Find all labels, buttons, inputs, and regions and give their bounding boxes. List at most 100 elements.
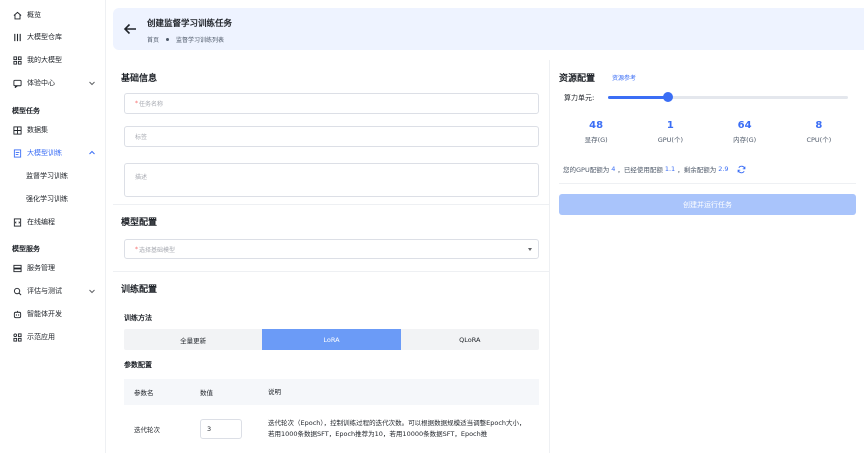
compute-unit-slider[interactable] [608,92,848,102]
divider [113,271,550,272]
sidebar-item-label: 智能体开发 [27,310,62,318]
sidebar-item-label: 监督学习训练 [26,172,68,180]
sidebar-item-supervised[interactable]: 监督学习训练 [0,167,106,185]
table-header: 参数名 数值 说明 [124,379,539,405]
resource-panel: 资源配置 资源参考 算力单元: 48 显存(G) 1 GPU(个) 64 内存(G) … [551,60,864,453]
breadcrumb-current[interactable]: 监督学习训练列表 [176,35,224,44]
quota-text: 您的GPU配额为 [563,166,610,174]
slider-fill [608,96,668,99]
stat-label: CPU(个) [806,136,832,144]
chevron-down-icon [89,81,95,86]
create-and-run-button[interactable]: 创建并运行任务 [559,194,856,215]
resource-stats: 48 显存(G) 1 GPU(个) 64 内存(G) 8 CPU(个) [559,120,856,144]
sidebar: 概览 大模型仓库 我的大模型 体验中心 模型任务 数据集 大模型训练 监督学习训… [0,0,106,453]
repository-icon [12,32,22,42]
sidebar-item-label: 评估与测试 [27,287,62,295]
evaluate-icon [12,286,22,296]
training-config-title: 训练配置 [121,285,158,295]
gpu-quota-info: 您的GPU配额为 4 ，已经使用配额 1.1 ，剩余配额为 2.9 [563,164,746,174]
sidebar-item-my-models[interactable]: 我的大模型 [0,51,106,69]
grid-icon [12,55,22,65]
divider [559,183,856,184]
doc-icon [12,148,22,158]
sidebar-item-model-repo[interactable]: 大模型仓库 [0,28,106,46]
quota-left: 2.9 [718,165,729,173]
dataset-icon [12,125,22,135]
base-model-placeholder: 选择基础模型 [139,246,176,254]
training-method-selector: 全量更新 LoRA QLoRA [124,329,539,350]
basic-info-title: 基础信息 [121,74,158,84]
quota-total: 4 [611,165,616,173]
breadcrumb: 首页 监督学习训练列表 [147,35,224,44]
stat-memory: 64 内存(G) [708,120,782,144]
quota-text: ，已经使用配额 [617,166,663,174]
page-header: 创建监督学习训练任务 首页 监督学习训练列表 [113,8,864,50]
training-method-label: 训练方法 [124,314,152,322]
description-placeholder: 描述 [135,174,148,181]
column-header-desc: 说明 [268,387,281,396]
sidebar-item-label: 示范应用 [27,333,55,341]
stat-value: 64 [737,120,752,131]
sidebar-item-label: 数据集 [27,126,48,134]
chevron-up-icon [89,150,95,155]
refresh-icon[interactable] [737,165,746,174]
param-name: 迭代轮次 [134,426,160,434]
sidebar-item-demo-apps[interactable]: 示范应用 [0,328,106,346]
app-root: 概览 大模型仓库 我的大模型 体验中心 模型任务 数据集 大模型训练 监督学习训… [0,0,864,453]
chat-icon [12,78,22,88]
task-form: 基础信息 * 任务名称 标签 描述 模型配置 * 选择基础模型 训练配置 训练方法 … [113,60,550,453]
stat-value: 1 [666,120,674,131]
sidebar-item-agent-dev[interactable]: 智能体开发 [0,305,106,323]
sidebar-item-reinforcement[interactable]: 强化学习训练 [0,190,106,208]
base-model-select[interactable]: * 选择基础模型 [124,239,539,259]
task-name-field[interactable]: * 任务名称 [124,93,539,114]
caret-down-icon [528,248,532,251]
stat-label: 内存(G) [733,136,757,144]
tags-field[interactable]: 标签 [124,126,539,147]
description-field[interactable]: 描述 [124,163,539,197]
sidebar-section-services: 模型服务 [12,245,40,253]
method-full-update[interactable]: 全量更新 [124,329,262,350]
table-row: 迭代轮次 3 迭代轮次（Epoch），控制训练过程的迭代次数。可以根据数据规模适… [124,405,539,453]
sidebar-item-evaluation[interactable]: 评估与测试 [0,282,106,300]
app-icon [12,332,22,342]
home-icon [12,10,22,20]
sidebar-item-experience[interactable]: 体验中心 [0,74,106,92]
model-config-title: 模型配置 [121,218,158,228]
method-lora[interactable]: LoRA [262,329,401,350]
sidebar-item-label: 在线编程 [27,218,55,226]
code-icon [12,217,22,227]
required-mark: * [135,245,138,253]
sidebar-item-model-training[interactable]: 大模型训练 [0,144,106,162]
page-title: 创建监督学习训练任务 [147,19,233,29]
stat-gpu: 1 GPU(个) [633,120,707,144]
sidebar-item-datasets[interactable]: 数据集 [0,121,106,139]
sidebar-item-online-coding[interactable]: 在线编程 [0,213,106,231]
sidebar-item-label: 服务管理 [27,264,55,272]
param-config-label: 参数配置 [124,361,152,369]
chevron-down-icon [89,289,95,294]
stat-cpu: 8 CPU(个) [782,120,856,144]
agent-icon [12,309,22,319]
stat-value: 48 [589,120,604,131]
column-header-value: 数值 [200,389,213,397]
method-qlora[interactable]: QLoRA [401,329,539,350]
slider-thumb[interactable] [663,92,673,102]
column-header-name: 参数名 [134,389,154,397]
compute-unit-label: 算力单元: [564,94,595,102]
quota-used: 1.1 [664,165,676,173]
breadcrumb-separator [166,38,170,41]
sidebar-item-label: 大模型仓库 [27,33,62,41]
task-name-placeholder: 任务名称 [139,101,164,108]
epoch-input[interactable]: 3 [200,419,242,439]
breadcrumb-home[interactable]: 首页 [147,35,159,44]
sidebar-item-service-mgmt[interactable]: 服务管理 [0,259,106,277]
required-mark: * [135,100,138,107]
param-table: 参数名 数值 说明 迭代轮次 3 迭代轮次（Epoch），控制训练过程的迭代次数… [124,379,539,453]
back-arrow-icon[interactable] [123,23,137,35]
sidebar-item-overview[interactable]: 概览 [0,6,106,24]
sidebar-item-label: 我的大模型 [27,56,62,64]
resource-reference-link[interactable]: 资源参考 [612,73,636,82]
sidebar-item-label: 概览 [27,11,41,19]
quota-text: ，剩余配额为 [677,166,717,174]
